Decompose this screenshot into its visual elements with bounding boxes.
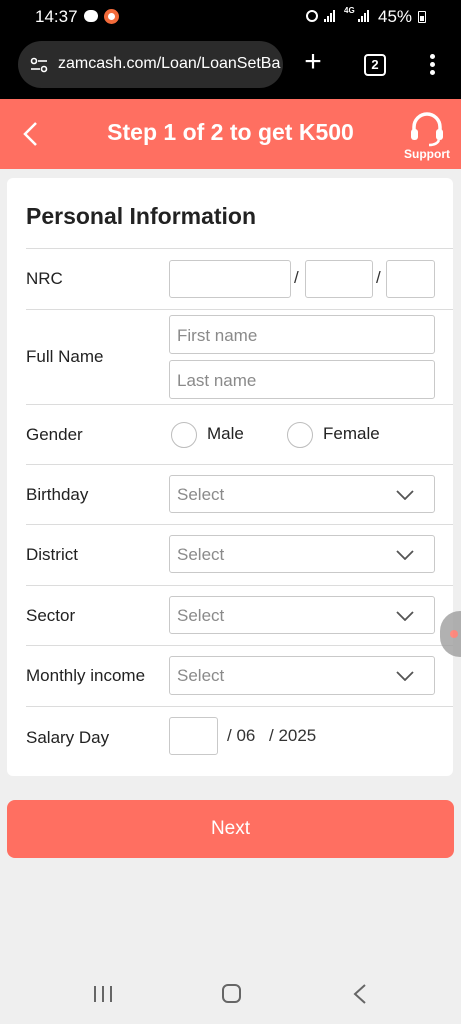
- sector-row: Sector Select: [26, 585, 453, 645]
- birthday-label: Birthday: [26, 485, 89, 504]
- district-select[interactable]: Select: [169, 535, 435, 573]
- battery-percent: 45%: [378, 7, 413, 26]
- browser-toolbar: zamcash.com/Loan/LoanSetBa + 2: [0, 34, 461, 99]
- recording-icon: [104, 9, 119, 24]
- alarm-icon: [306, 10, 318, 22]
- gender-label: Gender: [26, 425, 83, 444]
- first-name-input[interactable]: First name: [169, 315, 435, 354]
- sector-select[interactable]: Select: [169, 596, 435, 634]
- chevron-down-icon: [396, 671, 414, 681]
- full-name-label: Full Name: [26, 347, 104, 366]
- gender-row: Gender Male Female: [26, 404, 453, 464]
- battery-icon: [418, 11, 426, 23]
- salary-month: / 06: [227, 726, 256, 745]
- last-name-input[interactable]: Last name: [169, 360, 435, 399]
- monthly-income-label: Monthly income: [26, 666, 146, 685]
- salary-day-label: Salary Day: [26, 728, 110, 747]
- nrc-part1-input[interactable]: [169, 260, 291, 298]
- next-button[interactable]: Next: [7, 800, 454, 858]
- birthday-select[interactable]: Select: [169, 475, 435, 513]
- section-title: Personal Information: [26, 203, 257, 229]
- more-menu-button[interactable]: [423, 54, 441, 78]
- gender-male-label[interactable]: Male: [207, 424, 244, 444]
- chevron-down-icon: [396, 490, 414, 500]
- address-bar[interactable]: zamcash.com/Loan/LoanSetBa: [18, 41, 283, 88]
- new-tab-button[interactable]: +: [300, 47, 326, 77]
- site-settings-icon[interactable]: [30, 56, 48, 74]
- personal-info-card: Personal Information NRC / / Full Name F…: [7, 178, 453, 776]
- url-text[interactable]: zamcash.com/Loan/LoanSetBa: [58, 55, 283, 73]
- district-row: District Select: [26, 524, 453, 585]
- status-time: 14:37: [35, 7, 78, 26]
- network-type: 4G: [344, 6, 355, 15]
- chat-notification-icon: [84, 10, 98, 22]
- nrc-separator: /: [294, 268, 299, 287]
- nrc-separator: /: [376, 268, 381, 287]
- monthly-income-select[interactable]: Select: [169, 656, 435, 695]
- nrc-part2-input[interactable]: [305, 260, 373, 298]
- headset-icon: [411, 112, 443, 147]
- gender-male-radio[interactable]: [171, 422, 197, 448]
- nrc-part3-input[interactable]: [386, 260, 435, 298]
- salary-year: / 2025: [269, 726, 317, 745]
- district-label: District: [26, 545, 78, 564]
- support-label: Support: [404, 147, 450, 161]
- chevron-down-icon: [396, 550, 414, 560]
- home-icon[interactable]: [222, 984, 241, 1003]
- status-bar: 14:37 4G 45%: [0, 0, 461, 34]
- recent-apps-icon[interactable]: [94, 986, 112, 1002]
- tab-switcher-button[interactable]: 2: [364, 54, 386, 76]
- sector-label: Sector: [26, 606, 76, 625]
- wifi-signal-icon: [324, 10, 335, 22]
- page-title: Step 1 of 2 to get K500: [107, 119, 354, 145]
- cell-signal-icon: [358, 10, 369, 22]
- gender-female-label[interactable]: Female: [323, 424, 380, 444]
- full-name-row: Full Name First name Last name: [26, 309, 453, 404]
- salary-day-row: Salary Day / 06 / 2025: [26, 706, 453, 766]
- nrc-label: NRC: [26, 269, 63, 288]
- system-nav-bar: [0, 962, 461, 1024]
- gender-female-radio[interactable]: [287, 422, 313, 448]
- support-button[interactable]: Support: [400, 111, 454, 165]
- chevron-down-icon: [396, 611, 414, 621]
- salary-day-input[interactable]: [169, 717, 218, 755]
- app-header: Step 1 of 2 to get K500 Support: [0, 99, 461, 169]
- nrc-row: NRC / /: [26, 248, 453, 309]
- monthly-income-row: Monthly income Select: [26, 645, 453, 706]
- birthday-row: Birthday Select: [26, 464, 453, 524]
- back-icon[interactable]: [353, 984, 367, 1004]
